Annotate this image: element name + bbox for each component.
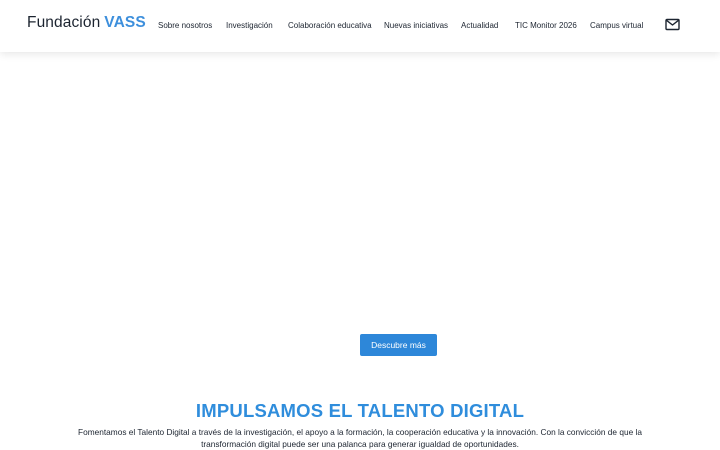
nav-link-campus-virtual[interactable]: Campus virtual (590, 21, 643, 30)
main-nav: Sobre nosotros Investigación Colaboració… (0, 21, 720, 33)
mail-icon[interactable] (665, 18, 680, 31)
nav-link-tic-monitor[interactable]: TIC Monitor 2026 (515, 21, 577, 30)
nav-link-colaboracion-educativa[interactable]: Colaboración educativa (288, 21, 372, 30)
hero-section (0, 52, 720, 382)
site-header: Fundación VASS Sobre nosotros Investigaci… (0, 0, 720, 52)
section-headline: IMPULSAMOS EL TALENTO DIGITAL (195, 400, 525, 421)
nav-link-nuevas-iniciativas[interactable]: Nuevas iniciativas (384, 21, 448, 30)
nav-link-actualidad[interactable]: Actualidad (461, 21, 498, 30)
discover-more-button[interactable]: Descubre más (360, 334, 437, 356)
section-description: Fomentamos el Talento Digital a través d… (78, 427, 642, 449)
nav-link-investigacion[interactable]: Investigación (226, 21, 273, 30)
nav-link-sobre-nosotros[interactable]: Sobre nosotros (158, 21, 212, 30)
